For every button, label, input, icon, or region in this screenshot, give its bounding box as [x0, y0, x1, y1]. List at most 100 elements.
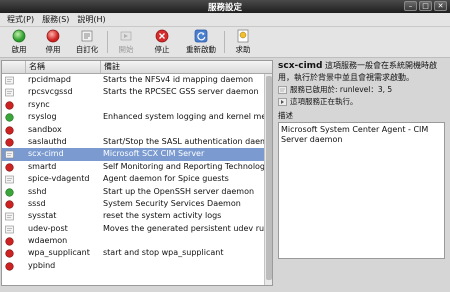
service-row[interactable]: saslauthd Start/Stop the SASL authenticat…	[2, 136, 264, 148]
maximize-button[interactable]: □	[419, 1, 432, 11]
service-row[interactable]: sandbox	[2, 124, 264, 136]
service-script-icon	[5, 175, 14, 184]
disabled-status-icon	[5, 101, 14, 110]
status-column-header[interactable]	[2, 61, 26, 73]
disabled-status-icon	[5, 125, 14, 135]
running-text: 這項服務正在執行。	[290, 97, 358, 106]
service-row[interactable]: rsync	[2, 99, 264, 111]
service-name: sysstat	[28, 211, 57, 221]
service-description: Starts the RPCSEC GSS server daemon	[103, 87, 259, 97]
stop-button[interactable]: 停止	[147, 29, 177, 57]
service-name: rpcsvcgssd	[28, 87, 73, 97]
service-description: Start up the OpenSSH server daemon	[103, 186, 255, 196]
service-row[interactable]: sysstat reset the system activity logs	[2, 210, 264, 222]
help-icon	[237, 29, 249, 43]
disabled-status-icon	[5, 237, 14, 246]
service-row[interactable]: sssd System Security Services Daemon	[2, 198, 264, 210]
disable-icon	[46, 29, 60, 43]
stop-label: 停止	[154, 45, 170, 54]
menu-help[interactable]: 說明(H)	[73, 13, 109, 26]
service-name: wpa_supplicant	[28, 248, 90, 258]
scroll-thumb[interactable]	[266, 76, 272, 280]
service-script-icon	[5, 225, 14, 233]
stop-icon	[155, 29, 169, 43]
service-name: saslauthd	[28, 136, 67, 146]
service-description: System Security Services Daemon	[103, 198, 241, 208]
disabled-status-icon	[5, 249, 14, 259]
menu-bar: 程式(P) 服務(S) 說明(H)	[0, 13, 450, 27]
service-row[interactable]: udev-post Moves the generated persistent …	[2, 223, 264, 235]
toolbar-separator	[107, 31, 108, 53]
customize-button[interactable]: 自訂化	[72, 29, 102, 57]
service-name: udev-post	[28, 223, 68, 233]
service-description: Enhanced system logging and kernel messa…	[103, 112, 264, 122]
enable-label: 啟用	[11, 45, 27, 54]
service-name: scx-cimd	[28, 149, 64, 159]
service-name: sshd	[28, 186, 47, 196]
title-bar: 服務設定 – □ ✕	[0, 0, 450, 13]
help-button[interactable]: 求助	[228, 29, 258, 57]
enabled-status-icon	[5, 113, 14, 122]
service-name: sssd	[28, 198, 46, 208]
service-row[interactable]: rsyslog Enhanced system logging and kerne…	[2, 111, 264, 123]
description-box[interactable]: Microsoft System Center Agent - CIM Serv…	[278, 122, 445, 259]
service-description: Agent daemon for Spice guests	[103, 174, 229, 184]
start-label: 開始	[118, 45, 134, 54]
description-label: 描述	[278, 111, 293, 120]
menu-program[interactable]: 程式(P)	[3, 13, 38, 26]
runlevel-text: 服務已啟用於: runlevel：3, 5	[290, 85, 393, 94]
service-row[interactable]: wpa_supplicant start and stop wpa_supplic…	[2, 247, 264, 259]
start-button[interactable]: 開始	[111, 29, 141, 57]
service-name: sandbox	[28, 124, 62, 134]
enable-icon	[12, 29, 26, 43]
service-row[interactable]: ypbind	[2, 260, 264, 272]
enable-button[interactable]: 啟用	[4, 29, 34, 57]
service-script-icon	[5, 76, 14, 85]
disable-button[interactable]: 停用	[38, 29, 68, 57]
service-row[interactable]: wdaemon	[2, 235, 264, 247]
close-button[interactable]: ✕	[434, 1, 447, 11]
help-label: 求助	[235, 45, 251, 54]
service-list[interactable]: 名稱 備註 rpcidmapd Starts the NFSv4 id mappi…	[1, 60, 273, 286]
disabled-status-icon	[5, 262, 14, 271]
customize-icon	[81, 30, 93, 42]
service-rows: rpcidmapd Starts the NFSv4 id mapping dae…	[2, 74, 264, 272]
restart-button[interactable]: 重新啟動	[183, 29, 219, 57]
service-description: Microsoft SCX CIM Server	[103, 149, 205, 159]
service-description: Self Monitoring and Reporting Technology…	[103, 161, 264, 171]
service-script-icon	[5, 89, 14, 97]
window-title: 服務設定	[207, 3, 242, 13]
service-summary: scx-cimd 這項服務一般會在系統開機時啟用，執行於背景中並且會視需求啟動。	[278, 60, 448, 83]
disabled-status-icon	[5, 200, 14, 209]
service-row[interactable]: smartd Self Monitoring and Reporting Tech…	[2, 161, 264, 173]
service-row[interactable]: scx-cimd Microsoft SCX CIM Server	[2, 148, 264, 161]
service-row[interactable]: spice-vdagentd Agent daemon for Spice gue…	[2, 173, 264, 185]
service-script-icon	[5, 212, 14, 221]
customize-label: 自訂化	[75, 45, 99, 54]
service-row[interactable]: rpcidmapd Starts the NFSv4 id mapping dae…	[2, 74, 264, 86]
list-header: 名稱 備註	[2, 61, 272, 74]
service-name: wdaemon	[28, 236, 68, 246]
running-info: 這項服務正在執行。	[278, 97, 448, 107]
disabled-status-icon	[5, 138, 14, 147]
running-icon	[278, 98, 287, 106]
service-row[interactable]: rpcsvcgssd Starts the RPCSEC GSS server d…	[2, 86, 264, 98]
detail-service-name: scx-cimd	[278, 61, 323, 71]
list-scrollbar[interactable]	[264, 74, 272, 285]
service-name: rsyslog	[28, 112, 57, 122]
description-column-header[interactable]: 備註	[101, 61, 272, 73]
service-name: ypbind	[28, 260, 56, 270]
toolbar-separator	[224, 31, 225, 53]
minimize-button[interactable]: –	[404, 1, 417, 11]
toolbar: 啟用 停用 自訂化 開始 停止 重新啟動 求助	[0, 27, 450, 58]
service-name: spice-vdagentd	[28, 174, 90, 184]
service-name: smartd	[28, 161, 57, 171]
service-name: rsync	[28, 99, 50, 109]
name-column-header[interactable]: 名稱	[26, 61, 101, 73]
service-detail-panel: scx-cimd 這項服務一般會在系統開機時啟用，執行於背景中並且會視需求啟動。…	[278, 60, 448, 286]
service-script-icon	[5, 151, 14, 159]
menu-service[interactable]: 服務(S)	[38, 13, 73, 26]
service-row[interactable]: sshd Start up the OpenSSH server daemon	[2, 186, 264, 198]
service-description: Starts the NFSv4 id mapping daemon	[103, 75, 254, 84]
restart-label: 重新啟動	[186, 45, 216, 54]
